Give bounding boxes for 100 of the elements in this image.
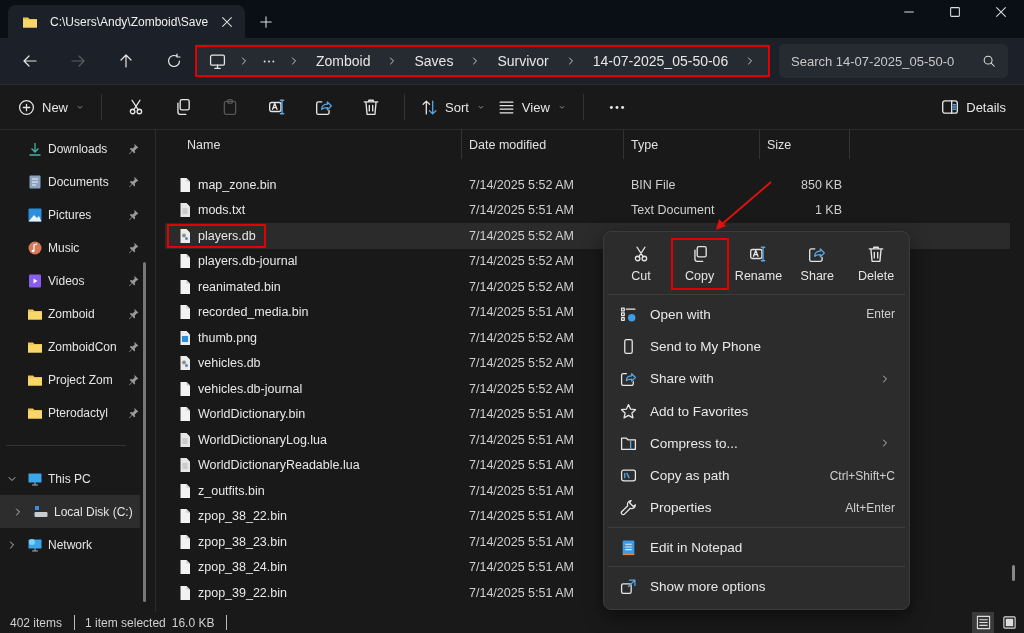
column-header[interactable]: Date modified: [462, 130, 624, 159]
menu-item[interactable]: Copy as path Ctrl+Shift+C: [608, 459, 905, 492]
breadcrumb-item[interactable]: Survivor: [493, 53, 553, 69]
file-name: WorldDictionaryReadable.lua: [198, 458, 360, 473]
sidebar-item[interactable]: Local Disk (C:): [0, 495, 140, 528]
sidebar-item[interactable]: Documents: [0, 165, 150, 198]
date-cell-text: 7/14/2025 5:52 AM: [468, 228, 575, 243]
file-name: map_zone.bin: [198, 177, 277, 192]
file-name: recorded_media.bin: [198, 305, 309, 320]
drive-icon: [33, 503, 49, 520]
file-name: WorldDictionary.bin: [198, 407, 306, 422]
view-button[interactable]: View: [491, 91, 573, 123]
date-cell-text: 7/14/2025 5:51 AM: [468, 203, 575, 218]
search-icon: [982, 54, 996, 68]
sidebar-item[interactable]: Pictures: [0, 198, 150, 231]
date-cell-text: 7/14/2025 5:51 AM: [468, 305, 575, 320]
column-header[interactable]: Name: [165, 130, 462, 159]
new-tab-button[interactable]: [259, 15, 273, 29]
details-pane-icon: [941, 98, 960, 116]
sidebar-item[interactable]: Project Zom: [0, 363, 150, 396]
tiles-view-icon: [1001, 615, 1017, 630]
breadcrumb-item[interactable]: Zomboid: [312, 53, 375, 69]
sidebar-item[interactable]: This PC: [0, 462, 150, 495]
music-note-icon: [27, 239, 43, 256]
menu-item[interactable]: Compress to...: [608, 427, 905, 460]
ellipsis-icon: [262, 59, 276, 63]
selection-size: 16.0 KB: [171, 615, 215, 630]
scrollbar[interactable]: [1012, 565, 1015, 581]
file-name: players.db-journal: [198, 254, 298, 269]
date-cell-text: 7/14/2025 5:51 AM: [468, 432, 575, 447]
date-cell-text: 7/14/2025 5:52 AM: [468, 177, 575, 192]
menu-action-button[interactable]: Copy: [670, 237, 729, 290]
details-pane-button[interactable]: Details: [935, 91, 1012, 123]
shortcut-text: Ctrl+Shift+C: [829, 468, 895, 483]
download-arrow-icon: [27, 140, 43, 157]
sidebar-item[interactable]: ZomboidCon: [0, 330, 150, 363]
sidebar-item[interactable]: Music: [0, 231, 150, 264]
wrench-icon: [620, 499, 637, 517]
sort-button[interactable]: Sort: [415, 91, 492, 123]
item-count: 402 items: [10, 615, 63, 630]
menu-item[interactable]: Properties Alt+Enter: [608, 491, 905, 525]
open-with-icon: [620, 305, 637, 323]
expand-icon: [620, 578, 637, 595]
address-bar[interactable]: Zomboid Saves Survivor 14-07-2025_05-50-06: [195, 44, 770, 78]
share-icon: [620, 370, 637, 388]
column-header[interactable]: Size: [760, 130, 850, 159]
menu-item[interactable]: Share with: [608, 362, 905, 395]
date-cell-text: 7/14/2025 5:51 AM: [468, 509, 575, 524]
refresh-icon: [166, 53, 182, 69]
maximize-icon: [948, 5, 962, 19]
sidebar-item[interactable]: Downloads: [0, 132, 150, 165]
date-cell-text: 7/14/2025 5:52 AM: [468, 279, 575, 294]
close-tab-button[interactable]: [220, 14, 235, 29]
menu-item[interactable]: Send to My Phone: [608, 330, 905, 363]
network-icon: [27, 536, 43, 553]
breadcrumb-item[interactable]: Saves: [410, 53, 458, 69]
date-cell-text: 7/14/2025 5:52 AM: [468, 330, 575, 345]
file-name: WorldDictionaryLog.lua: [198, 432, 327, 447]
rename-icon: [267, 98, 286, 116]
new-button[interactable]: New: [12, 91, 91, 123]
date-cell-text: 7/14/2025 5:52 AM: [468, 381, 575, 396]
column-header[interactable]: Type: [624, 130, 760, 159]
type-cell-text: BIN File: [630, 177, 677, 192]
window-tab[interactable]: C:\Users\Andy\Zomboid\Save: [8, 5, 245, 38]
plus-icon: [259, 15, 273, 29]
scrollbar[interactable]: [143, 262, 146, 602]
close-icon: [220, 14, 235, 29]
details-view-button[interactable]: [972, 612, 994, 633]
file-name: zpop_39_22.bin: [198, 585, 287, 600]
sidebar-item[interactable]: Zomboid: [0, 297, 150, 330]
trash-icon: [361, 98, 380, 116]
up-arrow-icon: [118, 53, 134, 69]
forward-arrow-icon: [70, 53, 86, 69]
date-cell-text: 7/14/2025 5:51 AM: [468, 585, 575, 600]
sidebar-item[interactable]: Pterodactyl: [0, 396, 150, 429]
file-name: zpop_38_22.bin: [198, 509, 287, 524]
file-name: vehicles.db-journal: [198, 381, 303, 396]
video-icon: [27, 272, 43, 289]
date-cell-text: 7/14/2025 5:51 AM: [468, 560, 575, 575]
search-field[interactable]: Search 14-07-2025_05-50-0: [779, 44, 1008, 78]
size-cell-text: 850 KB: [800, 177, 843, 192]
document-icon: [27, 173, 43, 190]
date-cell-text: 7/14/2025 5:51 AM: [468, 407, 575, 422]
sidebar-item[interactable]: Network: [0, 528, 150, 561]
size-cell-text: 1 KB: [813, 203, 843, 218]
sort-icon: [421, 98, 438, 116]
shortcut-text: Alt+Enter: [845, 500, 895, 515]
file-name: z_outfits.bin: [198, 483, 265, 498]
date-cell-text: 7/14/2025 5:52 AM: [468, 254, 575, 269]
menu-item[interactable]: Show more options: [608, 570, 905, 603]
notepad-icon: [620, 538, 637, 556]
file-name: reanimated.bin: [198, 279, 281, 294]
breadcrumb-item[interactable]: 14-07-2025_05-50-06: [588, 53, 733, 69]
sidebar-item[interactable]: Videos: [0, 264, 150, 297]
selection-info: 1 item selected: [85, 615, 166, 630]
menu-item[interactable]: Open with Enter: [608, 298, 905, 331]
menu-item[interactable]: Edit in Notepad: [608, 531, 905, 564]
menu-item[interactable]: Add to Favorites: [608, 394, 905, 428]
computer-icon: [209, 52, 226, 70]
more-icon: [608, 104, 627, 110]
